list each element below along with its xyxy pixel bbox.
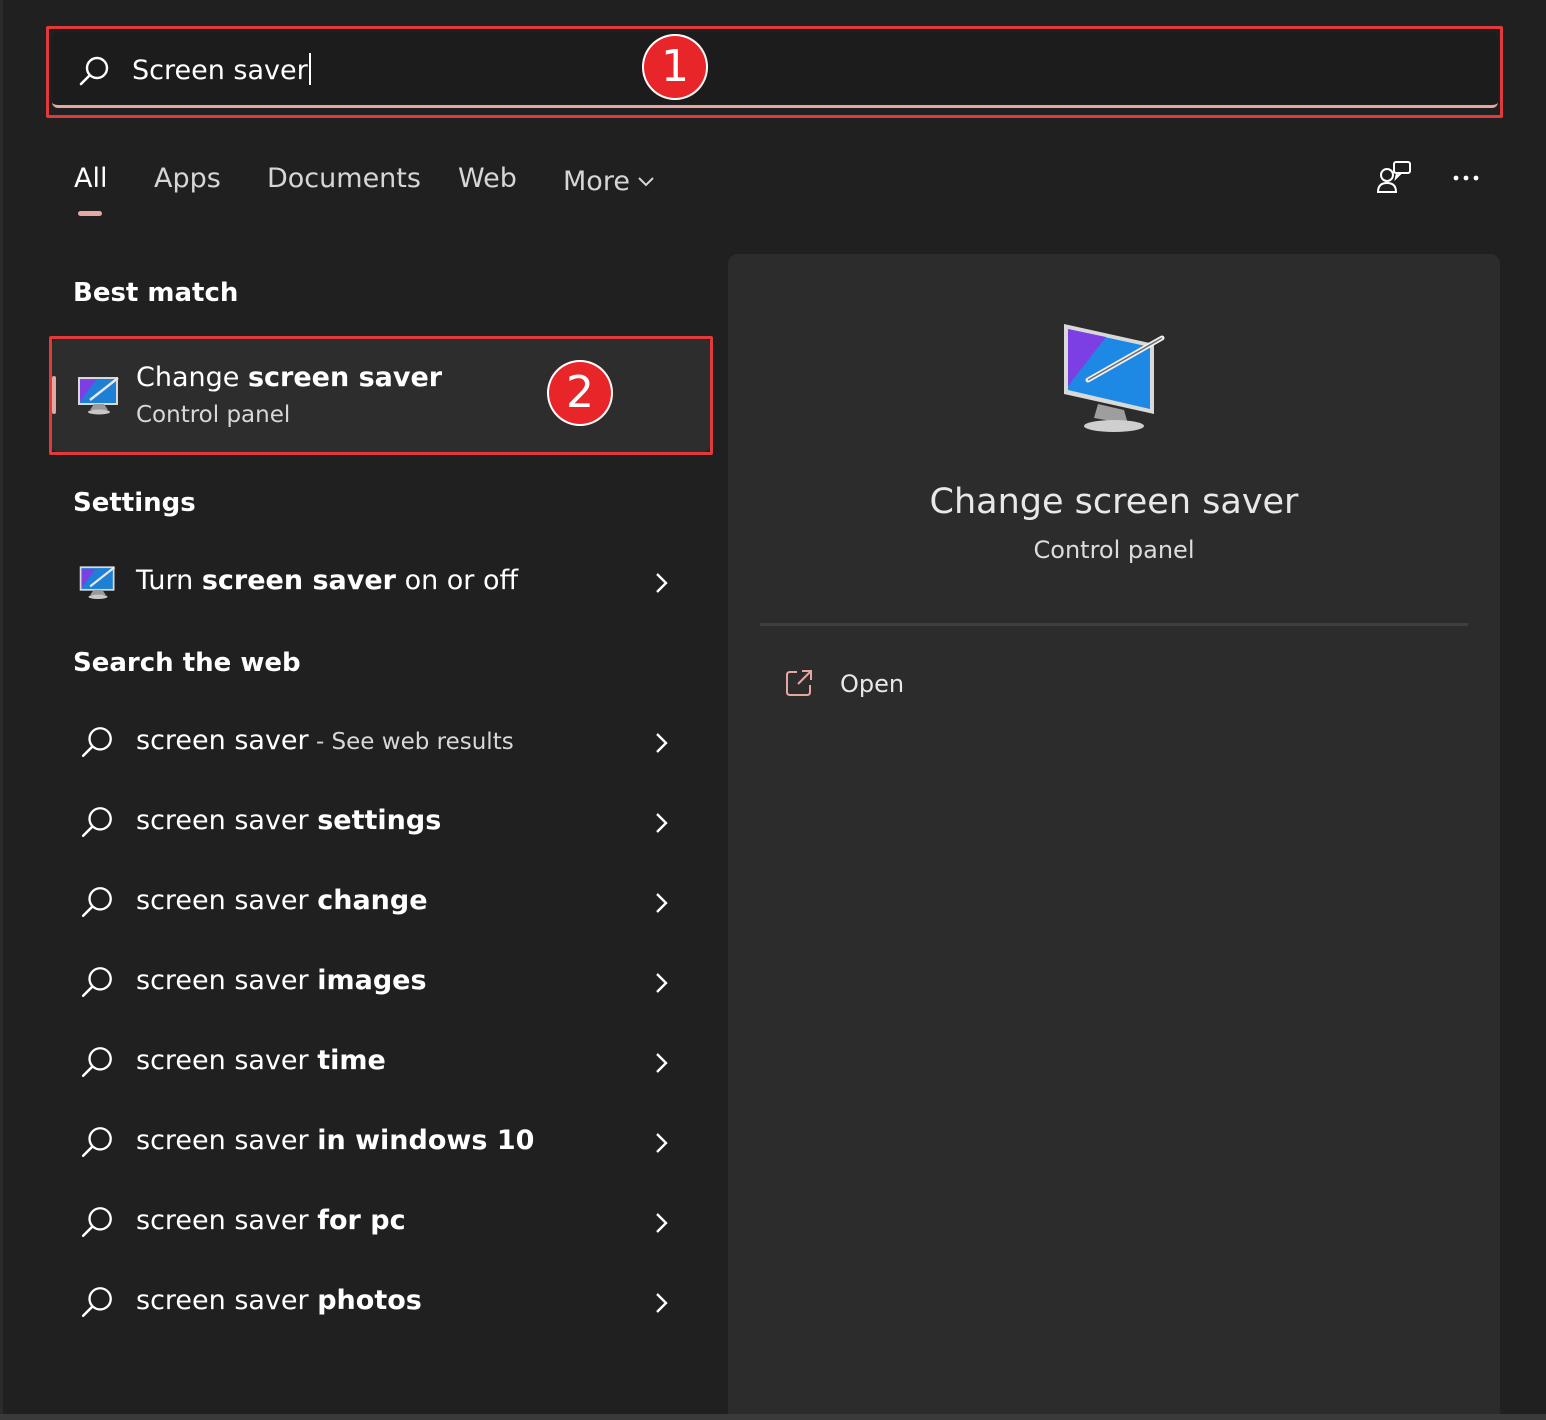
web-result-suggestion: settings [317,805,442,836]
annotation-marker-1: 1 [642,34,708,100]
web-result-suggestion: for pc [317,1205,406,1236]
open-button[interactable]: Open [778,662,998,708]
tab-all[interactable]: All [74,163,107,194]
settings-item-bold: screen saver [201,565,396,596]
best-match-title-plain: Change [136,362,248,393]
web-result-item[interactable]: screen saver change [52,868,710,938]
tab-active-indicator [78,211,102,216]
web-result-item[interactable]: screen saver images [52,948,710,1018]
search-icon [80,964,120,1004]
window-edge [0,0,3,1420]
search-box[interactable]: Screen saver [52,32,1498,108]
preview-divider [760,623,1468,626]
monitor-screensaver-icon [76,372,122,418]
web-result-item[interactable]: screen saver - See web results [52,708,710,778]
web-result-label: screen saver time [136,1045,386,1076]
web-result-item[interactable]: screen saver time [52,1028,710,1098]
search-icon [80,1204,120,1244]
open-external-icon [784,668,814,698]
search-input[interactable]: Screen saver [132,53,311,86]
web-result-label: screen saver in windows 10 [136,1125,534,1156]
chevron-right-icon [652,568,672,598]
web-result-item[interactable]: screen saver for pc [52,1188,710,1258]
web-result-query: screen saver [136,885,318,916]
ellipsis-icon[interactable] [1446,158,1486,198]
chevron-right-icon [652,1128,672,1158]
tab-apps[interactable]: Apps [154,163,221,194]
web-result-suggestion: time [317,1045,386,1076]
chevron-right-icon [652,968,672,998]
web-result-query: screen saver [136,1045,318,1076]
search-icon [80,884,120,924]
best-match-title-bold: screen saver [247,362,443,393]
web-result-label: screen saver for pc [136,1205,406,1236]
selection-accent [52,376,56,414]
settings-item-post: on or off [395,565,519,596]
section-settings: Settings [73,488,196,518]
chevron-right-icon [652,1208,672,1238]
web-result-label: screen saver photos [136,1285,422,1316]
web-result-item[interactable]: screen saver settings [52,788,710,858]
web-result-query: screen saver [136,1285,318,1316]
search-icon [80,804,120,844]
web-result-query: screen saver [136,805,318,836]
web-result-label: screen saver change [136,885,428,916]
tab-more[interactable]: More [563,163,654,197]
preview-title: Change screen saver [929,482,1299,522]
search-window: Screen saver 1 All Apps Documents Web Mo… [0,0,1546,1420]
web-result-suggestion: change [317,885,428,916]
search-icon [80,1124,120,1164]
open-label: Open [840,670,905,698]
search-query: Screen saver [132,55,308,86]
tab-documents[interactable]: Documents [267,163,421,194]
search-icon [80,1044,120,1084]
section-search-web: Search the web [73,648,301,678]
best-match-subtitle: Control panel [136,402,291,428]
settings-item-pre: Turn [136,565,202,596]
chevron-right-icon [652,888,672,918]
tab-web[interactable]: Web [458,163,517,194]
web-result-suggestion: images [317,965,427,996]
web-result-query: screen saver [136,725,309,756]
preview-pane: Change screen saver Control panel Open [728,254,1500,1420]
annotation-marker-2: 2 [547,360,613,426]
web-result-label: screen saver - See web results [136,725,514,756]
web-result-item[interactable]: screen saver photos [52,1268,710,1338]
web-result-label: screen saver settings [136,805,441,836]
window-bottom-edge [0,1414,1546,1420]
text-caret [308,53,311,85]
chevron-right-icon [652,1288,672,1318]
web-result-query: screen saver [136,965,318,996]
chevron-right-icon [652,1048,672,1078]
web-result-suggestion: in windows 10 [317,1125,535,1156]
settings-item-label: Turn screen saver on or off [136,565,518,596]
section-best-match: Best match [73,278,239,308]
web-result-query: screen saver [136,1205,318,1236]
search-icon [78,54,112,88]
people-chat-icon[interactable] [1374,158,1414,198]
web-result-label: screen saver images [136,965,427,996]
tab-more-label: More [563,166,630,197]
monitor-screensaver-icon [78,562,118,602]
web-result-query: screen saver [136,1125,318,1156]
search-icon [80,1284,120,1324]
search-icon [80,724,120,764]
best-match-title: Change screen saver [136,362,442,393]
web-result-suggestion: photos [317,1285,422,1316]
web-result-hint: - See web results [308,729,514,755]
settings-item-screen-saver[interactable]: Turn screen saver on or off [52,548,710,618]
web-result-item[interactable]: screen saver in windows 10 [52,1108,710,1178]
preview-subtitle: Control panel [1033,536,1195,564]
chevron-right-icon [652,808,672,838]
chevron-right-icon [652,728,672,758]
monitor-screensaver-icon [1058,320,1170,436]
chevron-down-icon [638,163,654,194]
